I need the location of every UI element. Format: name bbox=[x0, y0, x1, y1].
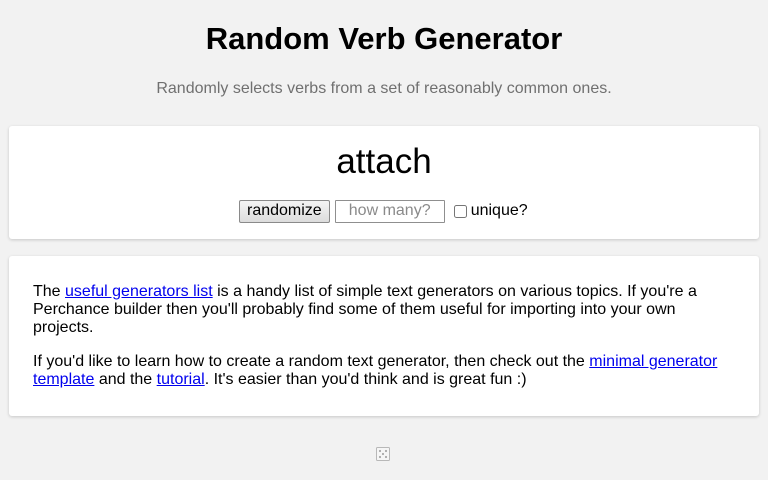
output-card: attach randomize unique? bbox=[9, 126, 759, 239]
tutorial-link[interactable]: tutorial bbox=[157, 371, 205, 388]
page-subtitle: Randomly selects verbs from a set of rea… bbox=[156, 80, 612, 97]
page-title: Random Verb Generator bbox=[205, 21, 563, 56]
info-text: and the bbox=[94, 371, 157, 388]
unique-checkbox[interactable] bbox=[453, 204, 467, 218]
generator-controls: randomize unique? bbox=[239, 199, 528, 223]
unique-label: unique? bbox=[470, 202, 528, 219]
info-paragraph-1: The useful generators list is a handy li… bbox=[33, 283, 733, 337]
info-text: The bbox=[33, 283, 66, 300]
randomize-button[interactable]: randomize bbox=[239, 199, 330, 223]
info-text: If you'd like to learn how to create a r… bbox=[33, 353, 590, 370]
info-card: The useful generators list is a handy li… bbox=[9, 256, 759, 416]
info-paragraph-2: If you'd like to learn how to create a r… bbox=[33, 353, 733, 389]
info-text: . It's easier than you'd think and is gr… bbox=[204, 371, 527, 388]
how-many-input[interactable] bbox=[334, 199, 445, 223]
useful-generators-link[interactable]: useful generators list bbox=[65, 283, 213, 300]
generated-verb: attach bbox=[336, 142, 432, 181]
dice-icon[interactable] bbox=[376, 447, 390, 461]
